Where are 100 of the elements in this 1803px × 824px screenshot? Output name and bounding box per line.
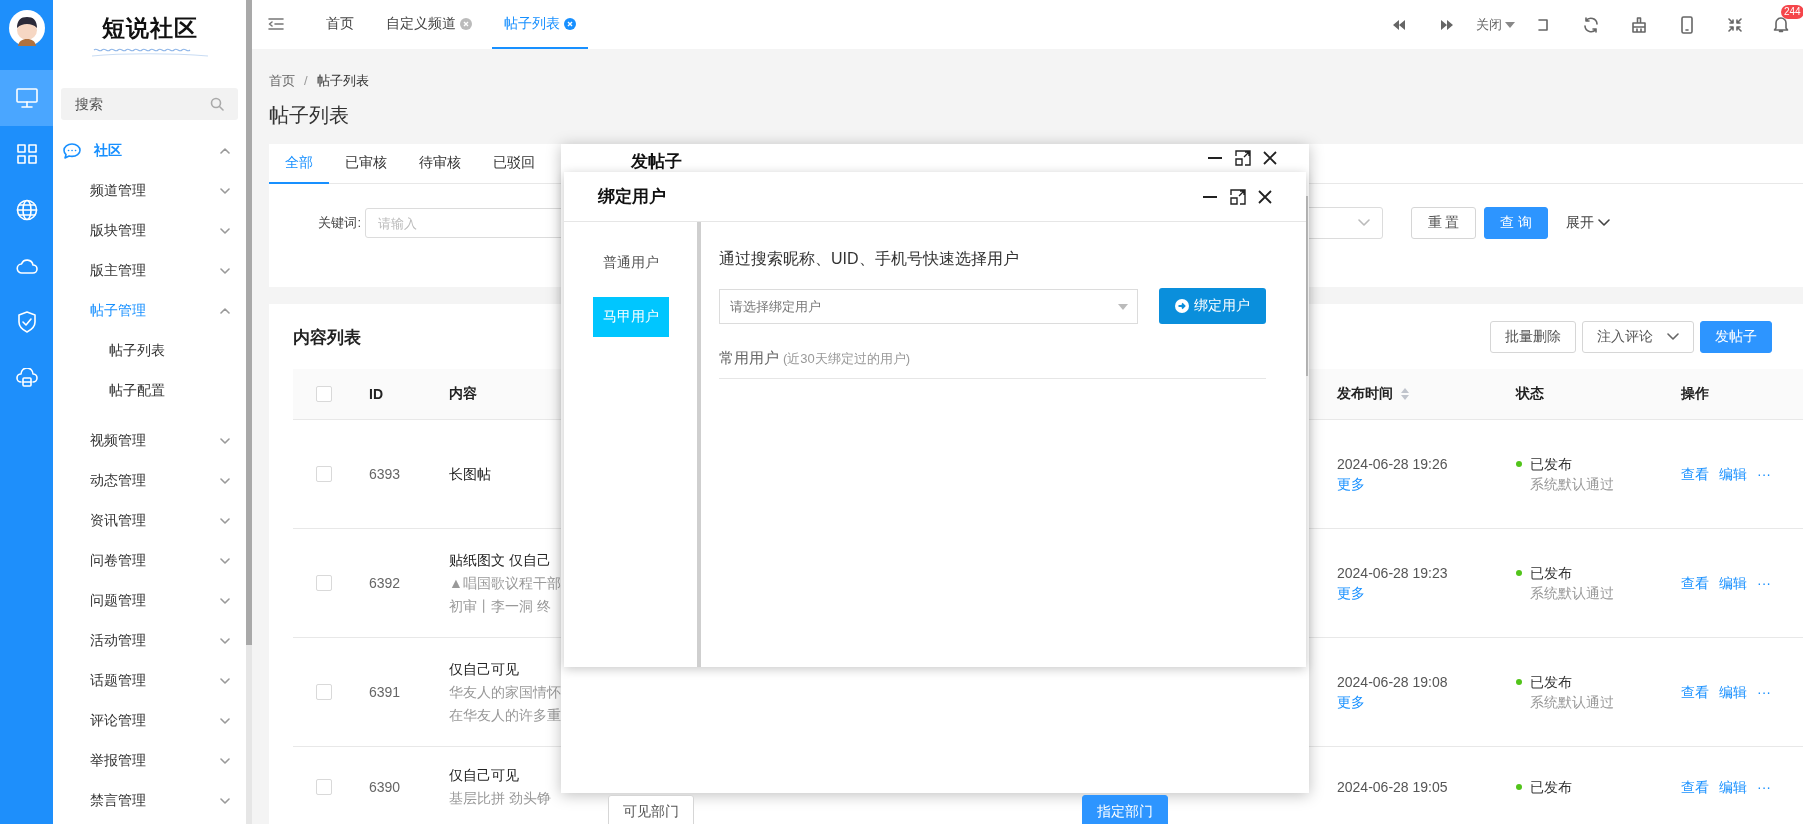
menu-item[interactable]: 评论管理 bbox=[53, 701, 246, 741]
notification-badge: 244 bbox=[1781, 5, 1803, 19]
refresh-icon bbox=[1583, 16, 1599, 33]
caret-icon bbox=[1118, 303, 1128, 310]
broom-icon bbox=[1631, 16, 1647, 33]
chevron-icon bbox=[220, 228, 230, 234]
post-title: 仅自己可见 bbox=[449, 659, 519, 679]
chevron-icon bbox=[220, 148, 230, 154]
status-tab[interactable]: 待审核 bbox=[403, 144, 477, 184]
checkbox[interactable] bbox=[316, 684, 332, 700]
checkbox[interactable] bbox=[316, 575, 332, 591]
page-tab[interactable]: 自定义频道 bbox=[374, 0, 484, 49]
dropdown-button[interactable]: 注入评论 bbox=[1582, 321, 1694, 353]
status-note: 系统默认通过 bbox=[1530, 584, 1614, 603]
reset-button[interactable]: 重 置 bbox=[1411, 207, 1476, 239]
menu-item[interactable]: 问题管理 bbox=[53, 581, 246, 621]
arrow-circle-icon bbox=[1175, 299, 1189, 313]
page-tab[interactable]: 首页 bbox=[314, 0, 366, 49]
section-title: 常用用户 bbox=[719, 349, 779, 366]
column-header[interactable]: ID bbox=[369, 386, 383, 402]
section-title: 内容列表 bbox=[293, 326, 361, 349]
status-tab[interactable]: 已审核 bbox=[329, 144, 403, 184]
maximize-icon[interactable] bbox=[1235, 150, 1251, 166]
user-select[interactable]: 请选择绑定用户 bbox=[719, 288, 1138, 324]
forward-icon bbox=[1440, 18, 1454, 31]
scrollbar[interactable] bbox=[246, 0, 252, 645]
checkbox[interactable] bbox=[316, 386, 332, 402]
publish-time: 2024-06-28 19:23 bbox=[1337, 564, 1448, 583]
bell-icon bbox=[1773, 16, 1789, 33]
chevron-icon bbox=[220, 438, 230, 444]
post-excerpt: 在华友人的许多重 bbox=[449, 705, 561, 725]
logo: 短说社区 bbox=[101, 14, 198, 42]
menu-item[interactable]: 频道管理 bbox=[53, 171, 246, 211]
menu-item[interactable]: 禁言管理 bbox=[53, 781, 246, 821]
chevron-icon bbox=[220, 308, 230, 314]
status-note: 系统默认通过 bbox=[1530, 475, 1614, 494]
post-excerpt: 初审丨李一洞 终 bbox=[449, 596, 551, 616]
visibility-button[interactable]: 可见部门 bbox=[608, 795, 694, 824]
collapse-icon bbox=[1728, 17, 1742, 32]
menu-item[interactable]: 帖子配置 bbox=[53, 371, 246, 411]
maximize-icon[interactable] bbox=[1230, 188, 1246, 205]
menu-item[interactable]: 问卷管理 bbox=[53, 541, 246, 581]
chevron-icon bbox=[220, 798, 230, 804]
phone-icon bbox=[1681, 15, 1693, 34]
expand-toggle[interactable]: 展开 bbox=[1566, 214, 1610, 232]
menu-item[interactable]: 动态管理 bbox=[53, 461, 246, 501]
menu-item[interactable]: 话题管理 bbox=[53, 661, 246, 701]
close-icon bbox=[564, 17, 576, 30]
chevron-icon bbox=[1667, 333, 1679, 341]
publish-time: 2024-06-28 19:08 bbox=[1337, 673, 1448, 692]
return-icon bbox=[1536, 17, 1550, 32]
dialog-title: 绑定用户 bbox=[598, 186, 666, 208]
cloud-icon bbox=[15, 258, 38, 274]
chevron-icon bbox=[220, 758, 230, 764]
column-header[interactable]: 发布时间 bbox=[1337, 385, 1409, 403]
post-excerpt: 华友人的家国情怀 bbox=[449, 682, 561, 702]
menu-item[interactable]: 资讯管理 bbox=[53, 501, 246, 541]
menu-item[interactable]: 举报管理 bbox=[53, 741, 246, 781]
side-tab[interactable]: 普通用户 bbox=[592, 243, 669, 283]
close-icon[interactable] bbox=[1263, 151, 1277, 165]
column-header[interactable]: 内容 bbox=[449, 385, 477, 403]
chevron-icon bbox=[1598, 219, 1610, 227]
toolbar-button[interactable]: 244 bbox=[1759, 0, 1803, 49]
field-label: 关键词: bbox=[317, 214, 361, 232]
publish-time: 2024-06-28 19:26 bbox=[1337, 455, 1448, 474]
menu-icon[interactable] bbox=[268, 17, 284, 31]
chevron-icon bbox=[220, 518, 230, 524]
bind-button[interactable]: 绑定用户 bbox=[1159, 288, 1266, 324]
status-note: 系统默认通过 bbox=[1530, 693, 1614, 712]
checkbox[interactable] bbox=[316, 466, 332, 482]
post-title: 贴纸图文 仅自己 bbox=[449, 550, 551, 570]
close-icon[interactable] bbox=[1258, 189, 1272, 204]
post-title: 长图帖 bbox=[449, 464, 491, 484]
search-icon bbox=[210, 97, 224, 111]
avatar bbox=[8, 10, 45, 46]
breadcrumb-link[interactable]: 帖子列表 bbox=[316, 71, 369, 91]
checkbox[interactable] bbox=[316, 779, 332, 795]
delete-button[interactable]: 批量删除 bbox=[1490, 321, 1576, 353]
menu-item[interactable]: 活动管理 bbox=[53, 621, 246, 661]
monitor-icon bbox=[15, 88, 38, 108]
table-cell: 6391 bbox=[369, 684, 401, 700]
menu-item[interactable]: 视频管理 bbox=[53, 421, 246, 461]
post-excerpt: 基层比拼 劲头铮 bbox=[449, 789, 551, 808]
search-field[interactable]: 搜索 bbox=[61, 88, 238, 120]
breadcrumb-separator: / bbox=[304, 72, 308, 90]
breadcrumb-link[interactable]: 首页 bbox=[269, 71, 295, 91]
menu-item[interactable]: 版块管理 bbox=[53, 211, 246, 251]
menu-item[interactable]: 版主管理 bbox=[53, 251, 246, 291]
cloud-drive-icon bbox=[15, 368, 38, 388]
chevron-icon bbox=[220, 678, 230, 684]
column-header[interactable]: 操作 bbox=[1681, 385, 1709, 403]
close-menu[interactable]: 关闭 bbox=[1471, 0, 1519, 49]
chevron-icon bbox=[220, 188, 230, 194]
chevron-icon bbox=[220, 638, 230, 644]
status-tab[interactable]: 已驳回 bbox=[477, 144, 551, 184]
publish-time: 2024-06-28 19:05 bbox=[1337, 778, 1448, 797]
page-title: 帖子列表 bbox=[269, 103, 350, 127]
column-header[interactable]: 状态 bbox=[1516, 385, 1544, 403]
menu-item[interactable]: 帖子列表 bbox=[53, 331, 246, 371]
post-title: 仅自己可见 bbox=[449, 766, 519, 785]
